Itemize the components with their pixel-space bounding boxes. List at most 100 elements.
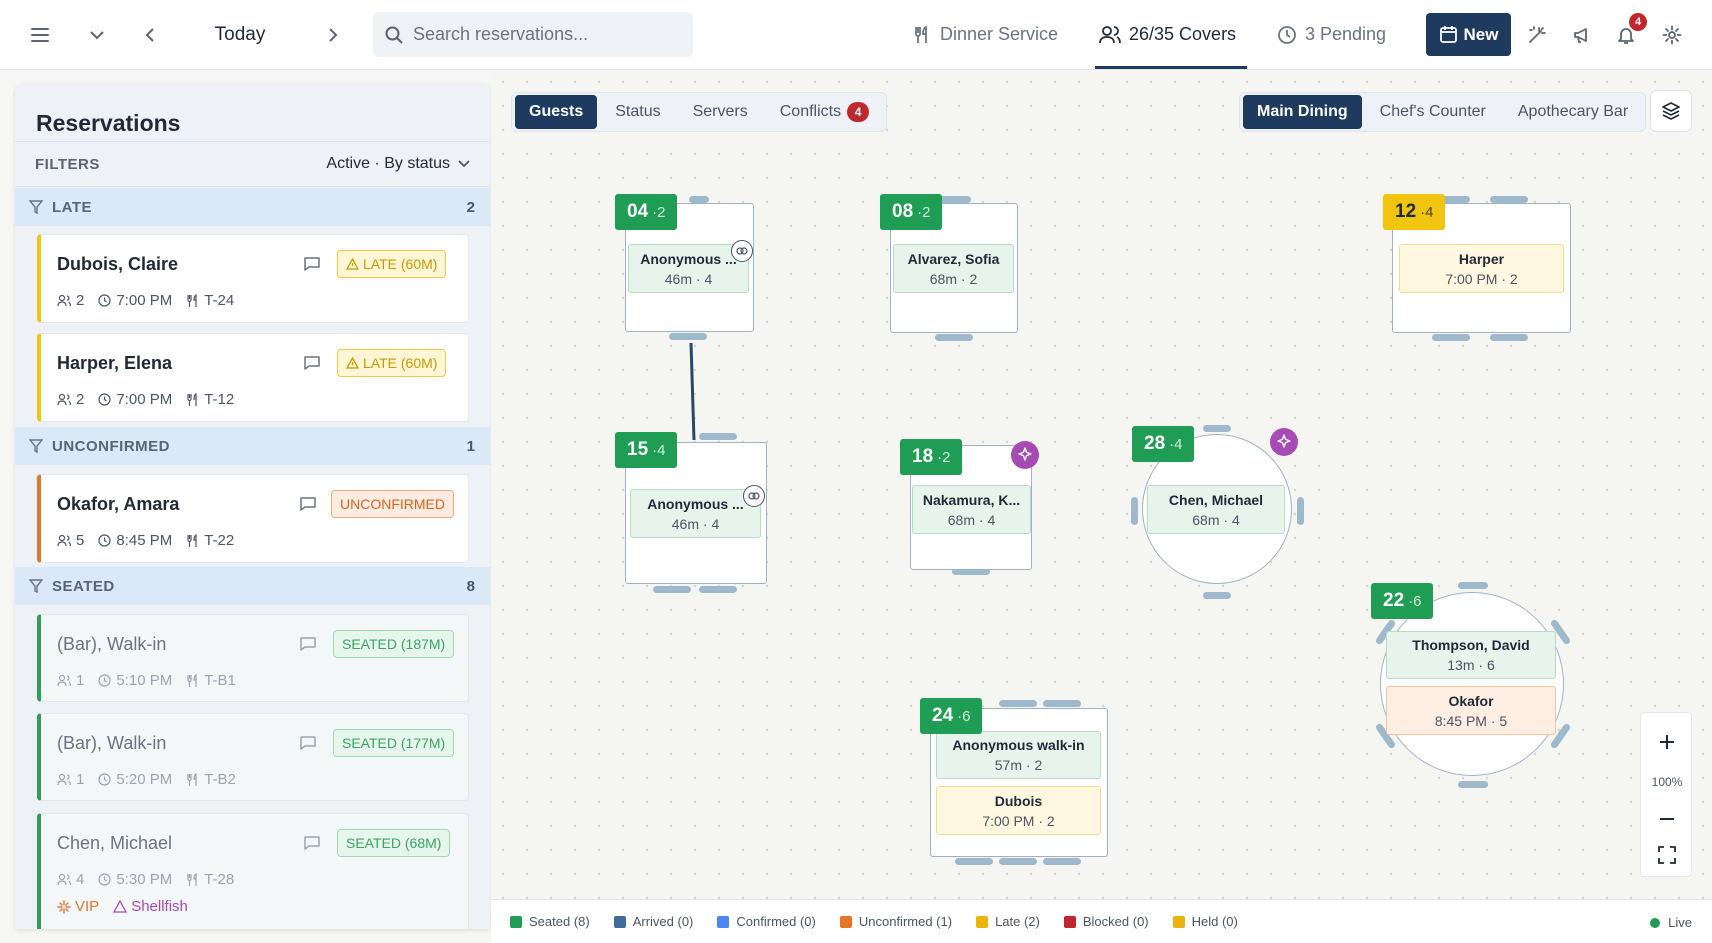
status-badge: SEATED (177M): [333, 729, 455, 757]
table-id: T-24: [204, 292, 235, 309]
filter-icon: [29, 200, 43, 214]
guest-slot[interactable]: Nakamura, K... 68m · 4: [912, 485, 1031, 534]
slot-guest: Okafor: [1448, 692, 1494, 709]
chair: [653, 586, 691, 593]
slot-sub: 13m · 6: [1447, 657, 1495, 673]
zoom-in-button[interactable]: [1641, 728, 1693, 756]
guest-slot[interactable]: Okafor 8:45 PM · 5: [1386, 686, 1556, 735]
room-chefs-counter[interactable]: Chef's Counter: [1366, 95, 1500, 129]
message-icon[interactable]: [299, 735, 317, 756]
chair: [999, 858, 1037, 865]
users-icon: [1099, 25, 1121, 43]
filters-label: FILTERS: [35, 155, 100, 173]
chair: [1458, 582, 1488, 589]
live-dot: [1650, 917, 1661, 928]
guest-name: Okafor, Amara: [57, 494, 180, 514]
tab-servers[interactable]: Servers: [679, 95, 762, 129]
party-icon: [57, 773, 71, 786]
table-capacity: ·6: [957, 707, 971, 725]
covers-tab[interactable]: 26/35 Covers: [1099, 12, 1236, 57]
gear-icon[interactable]: [1660, 23, 1684, 47]
tab-status[interactable]: Status: [601, 95, 674, 129]
tab-guests[interactable]: Guests: [515, 95, 598, 129]
chair: [689, 196, 709, 203]
pending-tab[interactable]: 3 Pending: [1277, 12, 1386, 57]
magic-wand-icon[interactable]: [1525, 23, 1549, 47]
vip-sparkle-icon[interactable]: [1270, 428, 1298, 456]
reservation-card[interactable]: (Bar), Walk-in SEATED (177M) 1 5:20 PM T…: [37, 713, 469, 801]
reservation-card[interactable]: Dubois, Claire LATE (60M) 2 7:00 PM T-24: [37, 234, 469, 323]
room-apothecary-bar[interactable]: Apothecary Bar: [1504, 95, 1642, 129]
filters-dropdown[interactable]: Active · By status: [326, 155, 470, 173]
prev-day-button[interactable]: [138, 24, 160, 46]
expand-icon: [1658, 846, 1676, 864]
table-id: T-28: [204, 871, 235, 888]
table-number: 15: [627, 439, 649, 460]
group-late[interactable]: LATE 2: [15, 188, 490, 226]
chevron-down-icon[interactable]: [86, 24, 108, 46]
message-icon[interactable]: [303, 256, 321, 277]
fullscreen-button[interactable]: [1641, 841, 1693, 869]
guest-slot[interactable]: Alvarez, Sofia 68m · 2: [893, 244, 1014, 293]
table-22[interactable]: [1380, 592, 1564, 776]
res-time: 5:30 PM: [116, 871, 173, 888]
party-icon: [57, 534, 71, 547]
filters-row: FILTERS Active · By status: [15, 141, 490, 187]
guest-slot[interactable]: Anonymous walk-in 57m · 2: [936, 731, 1101, 779]
search-input[interactable]: Search reservations...: [373, 12, 693, 57]
legend-swatch: [717, 915, 730, 928]
table-number: 04: [627, 201, 649, 222]
legend-swatch: [976, 915, 989, 928]
party-size: 2: [76, 391, 85, 408]
link-icon[interactable]: [743, 485, 765, 507]
table-number: 08: [892, 201, 914, 222]
chair: [999, 700, 1037, 707]
reservation-card[interactable]: Chen, Michael SEATED (68M) 4 5:30 PM T-2…: [37, 813, 469, 929]
party-icon: [57, 393, 71, 406]
legend-label: Held (0): [1191, 914, 1238, 929]
reservation-card[interactable]: (Bar), Walk-in SEATED (187M) 1 5:10 PM T…: [37, 614, 469, 702]
conflicts-count-badge: 4: [847, 102, 870, 122]
slot-sub: 68m · 2: [929, 270, 978, 287]
guest-slot[interactable]: Thompson, David 13m · 6: [1386, 631, 1556, 679]
chair: [1297, 497, 1304, 525]
layers-button[interactable]: [1650, 90, 1692, 132]
reservation-card[interactable]: Okafor, Amara UNCONFIRMED 5 8:45 PM T-22: [37, 474, 469, 563]
zoom-out-button[interactable]: [1641, 805, 1693, 833]
legend-arrived: Arrived (0): [613, 914, 694, 929]
service-selector[interactable]: Dinner Service: [912, 12, 1058, 57]
next-day-button[interactable]: [322, 24, 344, 46]
warning-icon: [113, 900, 128, 913]
message-icon[interactable]: [303, 835, 321, 856]
group-unconfirmed[interactable]: UNCONFIRMED 1: [15, 427, 490, 465]
service-label: Dinner Service: [940, 24, 1059, 44]
table-number: 24: [932, 705, 954, 726]
room-main-dining[interactable]: Main Dining: [1243, 95, 1362, 129]
warning-icon: [346, 258, 359, 270]
message-icon[interactable]: [303, 355, 321, 376]
guest-slot[interactable]: Anonymous ... 46m · 4: [630, 489, 761, 538]
menu-icon[interactable]: [28, 24, 52, 46]
legend-confirmed: Confirmed (0): [717, 914, 816, 929]
reservation-card[interactable]: Harper, Elena LATE (60M) 2 7:00 PM T-12: [37, 333, 469, 422]
message-icon[interactable]: [299, 636, 317, 657]
guest-slot[interactable]: Dubois 7:00 PM · 2: [936, 786, 1101, 835]
date-label[interactable]: Today: [190, 20, 290, 50]
chair: [935, 334, 973, 341]
slot-sub: 7:00 PM · 2: [982, 812, 1055, 829]
message-icon[interactable]: [299, 496, 317, 517]
guest-slot[interactable]: Harper 7:00 PM · 2: [1399, 244, 1564, 293]
group-seated[interactable]: SEATED 8: [15, 567, 490, 605]
tab-conflicts[interactable]: Conflicts 4: [766, 95, 883, 129]
guest-name: Chen, Michael: [57, 833, 173, 853]
utensils-icon: [187, 392, 197, 406]
new-reservation-button[interactable]: New: [1426, 13, 1511, 56]
vip-sparkle-icon[interactable]: [1011, 441, 1039, 469]
table-tag-18: 18·2: [900, 439, 963, 475]
slot-guest: Alvarez, Sofia: [907, 250, 1000, 267]
link-icon[interactable]: [731, 240, 753, 262]
guest-slot[interactable]: Chen, Michael 68m · 4: [1147, 485, 1285, 534]
legend-label: Arrived (0): [632, 914, 694, 929]
megaphone-icon[interactable]: [1570, 23, 1594, 47]
utensils-icon: [187, 772, 197, 786]
